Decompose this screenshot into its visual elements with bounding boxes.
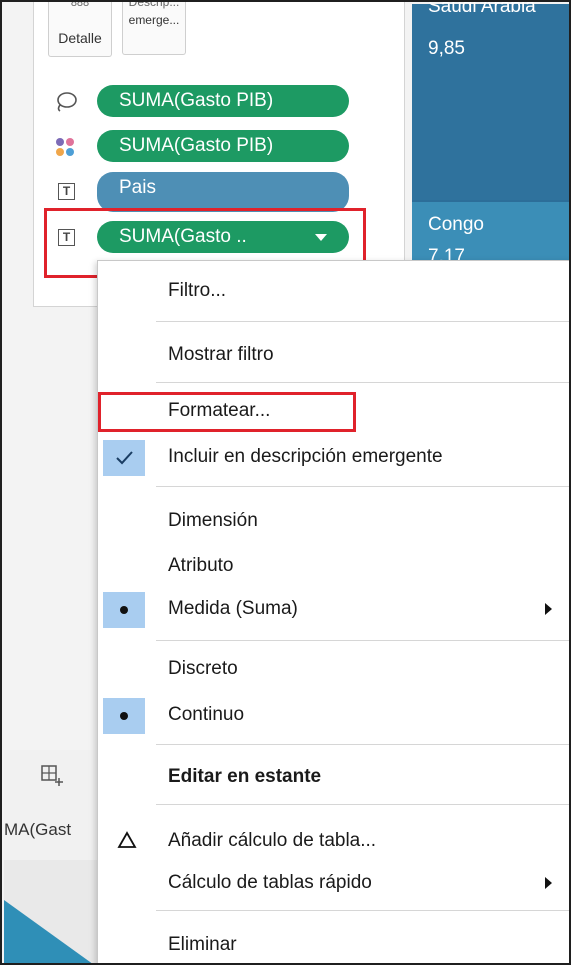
treemap-cell-saudi-arabia[interactable]: Saudi Arabia 9,85 [412,2,569,200]
bottom-strip-area [4,860,97,963]
context-menu: Filtro... Mostrar filtro Formatear... In… [97,260,569,963]
menu-separator [156,910,569,911]
treemap-cell-label: Congo [428,214,484,235]
color-dots-icon [54,136,78,158]
submenu-arrow-icon [545,877,552,889]
menu-separator [156,321,569,322]
menu-radio-bg [103,592,145,628]
menu-item-incluir-descripcion[interactable]: Incluir en descripción emergente [98,437,569,477]
menu-item-label: Mostrar filtro [168,344,274,365]
new-sheet-icon[interactable] [40,764,64,788]
lasso-icon [54,91,78,113]
sheet-tab-label[interactable]: MA(Gast [4,820,71,840]
menu-item-label: Filtro... [168,280,227,301]
menu-item-label: Eliminar [168,934,237,955]
text-icon: T [54,181,78,203]
checkmark-icon [116,451,133,465]
menu-item-label: Continuo [168,704,245,725]
menu-item-filtro[interactable]: Filtro... [98,271,569,311]
sheet-tabs-strip: MA(Gast [4,750,97,963]
menu-item-label: Atributo [168,555,234,576]
menu-separator [156,804,569,805]
pill-suma-gasto-pib-2[interactable]: SUMA(Gasto PIB) [97,130,349,162]
menu-separator [156,640,569,641]
menu-check-bg [103,440,145,476]
submenu-arrow-icon [545,603,552,615]
treemap-cell-value: 9,85 [428,38,465,59]
delta-icon [117,830,137,850]
tooltip-label-line1: Descrip... [128,0,180,9]
tooltip-button[interactable]: Descrip... emerge... [122,0,186,55]
menu-item-label: Discreto [168,658,238,679]
menu-item-discreto[interactable]: Discreto [98,649,569,689]
bullet-icon [120,606,128,614]
decorative-triangle-icon [4,900,92,963]
screenshot-frame: Saudi Arabia 9,85 Congo 7,17 888 Detalle… [0,0,571,965]
menu-item-medida-suma[interactable]: Medida (Suma) [98,589,569,629]
menu-item-calculo-rapido[interactable]: Cálculo de tablas rápido [98,863,569,903]
pill-pais[interactable]: Pais [97,172,349,212]
menu-item-label: Incluir en descripción emergente [168,446,443,467]
menu-item-label: Dimensión [168,510,258,531]
menu-item-dimension[interactable]: Dimensión [98,501,569,541]
detail-button[interactable]: 888 Detalle [48,0,112,57]
detail-icon: 888 [70,0,90,9]
menu-separator [156,486,569,487]
menu-item-mostrar-filtro[interactable]: Mostrar filtro [98,335,569,375]
menu-item-label: Medida (Suma) [168,598,298,619]
menu-item-eliminar[interactable]: Eliminar [98,925,569,963]
menu-item-label: Editar en estante [168,766,322,787]
pill-suma-gasto-pib-1[interactable]: SUMA(Gasto PIB) [97,85,349,117]
menu-item-label: Cálculo de tablas rápido [168,872,372,893]
menu-radio-bg [103,698,145,734]
detail-label: Detalle [58,30,102,46]
menu-separator [156,744,569,745]
menu-item-label: Añadir cálculo de tabla... [168,830,377,851]
menu-separator [156,382,569,383]
bullet-icon [120,712,128,720]
menu-item-continuo[interactable]: Continuo [98,695,569,735]
menu-item-anadir-calculo[interactable]: Añadir cálculo de tabla... [98,821,569,861]
treemap-cell-label: Saudi Arabia [428,0,536,17]
highlight-formatear [98,392,356,432]
tooltip-label-line2: emerge... [128,13,180,27]
menu-item-atributo[interactable]: Atributo [98,546,569,586]
menu-item-editar-en-estante[interactable]: Editar en estante [98,757,569,797]
